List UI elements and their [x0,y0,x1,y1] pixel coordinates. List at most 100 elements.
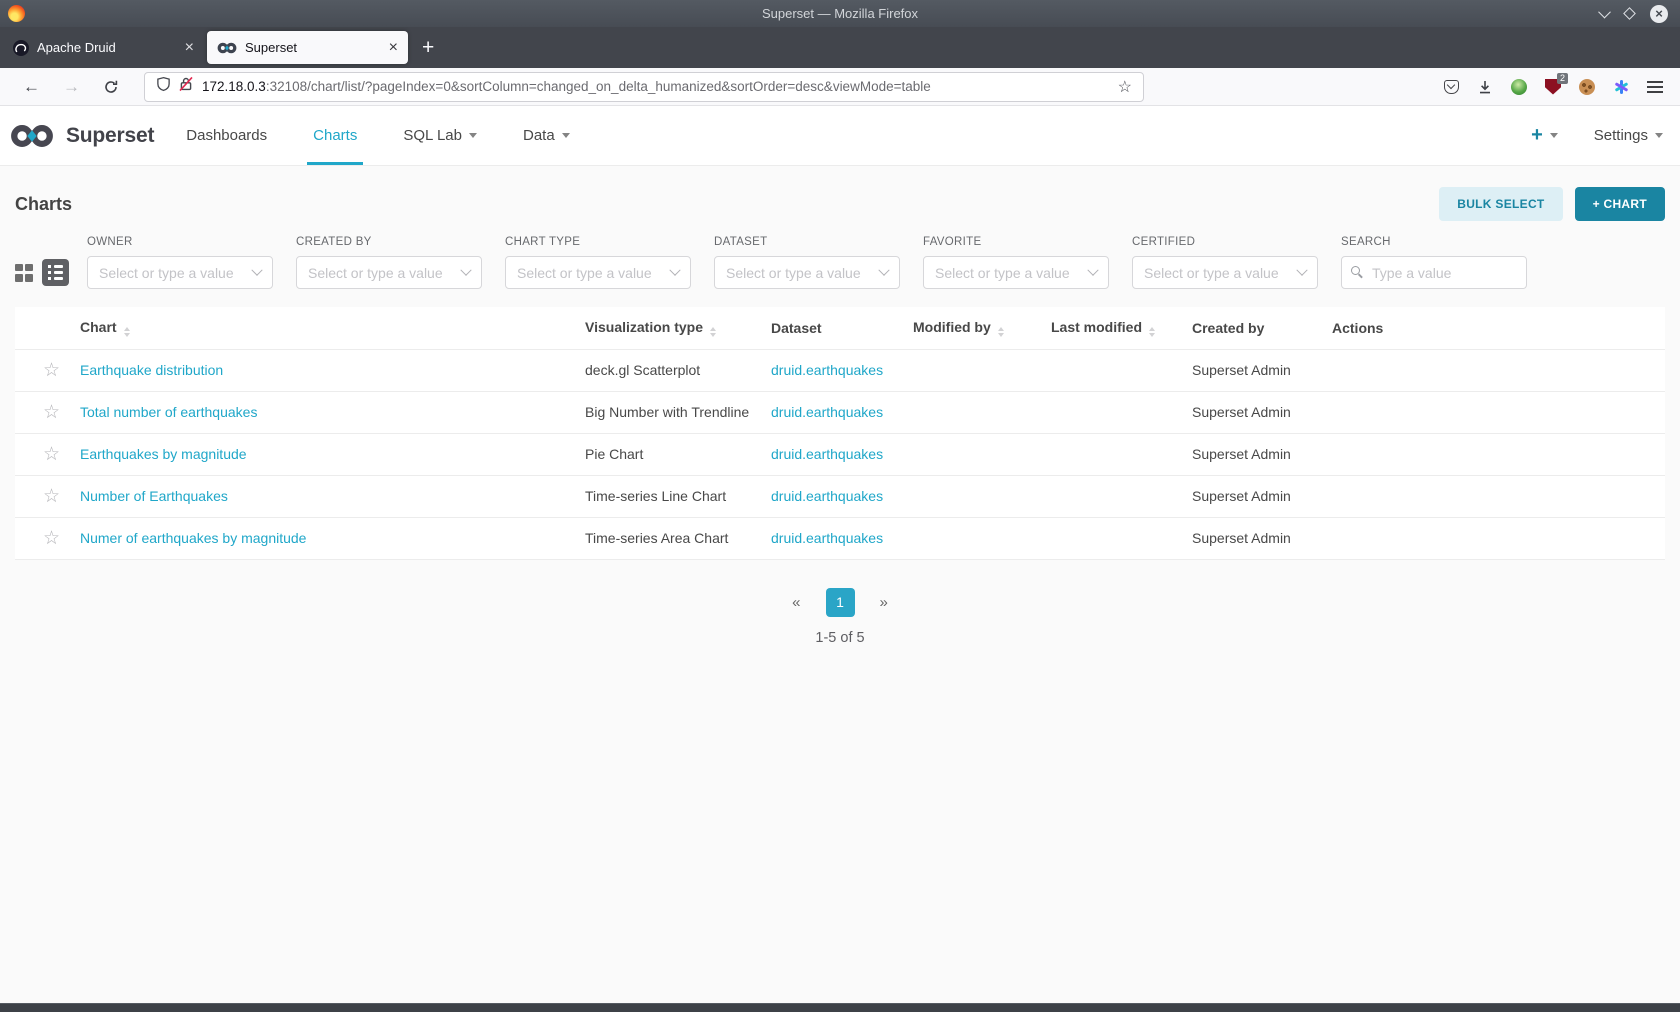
table-row: ☆ Numer of earthquakes by magnitude Time… [15,517,1665,559]
forward-button[interactable]: → [63,77,80,97]
chart-link[interactable]: Number of Earthquakes [80,488,228,504]
nav-item-dashboards[interactable]: Dashboards [180,106,273,165]
download-icon[interactable] [1477,79,1493,95]
menu-icon[interactable] [1647,81,1663,93]
bookmark-star-icon[interactable]: ☆ [1118,77,1132,97]
chart-link[interactable]: Numer of earthquakes by magnitude [80,530,306,546]
certified-filter-select[interactable]: Select or type a value [1132,256,1318,289]
window-minimize-icon[interactable] [1598,6,1611,19]
browser-tabbar: Apache Druid × Superset × + [0,27,1680,68]
search-icon [1351,266,1360,275]
chart-link[interactable]: Earthquake distribution [80,362,223,378]
settings-label: Settings [1594,127,1648,144]
viz-type-cell: Big Number with Trendline [585,391,771,433]
shield-icon[interactable] [156,76,171,97]
favorite-star-icon[interactable]: ☆ [43,528,60,549]
last-modified-cell [1051,433,1192,475]
favorite-star-icon[interactable]: ☆ [43,402,60,423]
window-close-icon[interactable]: × [1650,5,1668,23]
chart-link[interactable]: Total number of earthquakes [80,404,257,420]
previous-page-button[interactable]: « [792,594,800,611]
tab-close-icon[interactable]: × [389,39,398,57]
brand-name: Superset [66,124,154,148]
favorite-star-icon[interactable]: ☆ [43,486,60,507]
page-number-button[interactable]: 1 [826,588,855,617]
chart-type-filter-select[interactable]: Select or type a value [505,256,691,289]
list-view-icon[interactable] [42,259,69,286]
reload-button[interactable] [103,79,119,95]
adblock-shield-icon[interactable]: 2 [1545,79,1561,95]
owner-filter-select[interactable]: Select or type a value [87,256,273,289]
extension-green-icon[interactable] [1511,79,1527,95]
dataset-link[interactable]: druid.earthquakes [771,488,883,504]
actions-cell [1332,517,1665,559]
extension-asterisk-icon[interactable] [1613,79,1629,95]
superset-navbar: Superset Dashboards Charts SQL Lab Data … [0,106,1680,166]
new-tab-button[interactable]: + [422,36,434,60]
tab-superset[interactable]: Superset × [207,31,408,64]
dataset-link[interactable]: druid.earthquakes [771,530,883,546]
superset-icon [217,42,237,54]
filter-label-certified: CERTIFIED [1132,236,1318,248]
nav-item-data[interactable]: Data [517,106,576,165]
druid-icon [13,40,29,56]
charts-table: Chart Visualization type Dataset Modifie… [15,307,1665,560]
modified-by-cell [913,433,1051,475]
filter-label-search: SEARCH [1341,236,1527,248]
insecure-lock-icon[interactable] [179,76,193,97]
table-row: ☆ Total number of earthquakes Big Number… [15,391,1665,433]
search-input[interactable] [1341,256,1527,289]
created-by-filter-select[interactable]: Select or type a value [296,256,482,289]
table-row: ☆ Earthquakes by magnitude Pie Chart dru… [15,433,1665,475]
next-page-button[interactable]: » [880,594,888,611]
settings-menu[interactable]: Settings [1594,127,1663,144]
created-by-cell: Superset Admin [1192,517,1332,559]
back-button[interactable]: ← [23,77,40,97]
favorite-star-icon[interactable]: ☆ [43,360,60,381]
column-header-chart[interactable]: Chart [80,307,585,349]
dataset-link[interactable]: druid.earthquakes [771,404,883,420]
nav-item-sql-lab[interactable]: SQL Lab [397,106,483,165]
bulk-select-button[interactable]: BULK SELECT [1439,187,1562,221]
filter-label-chart-type: CHART TYPE [505,236,691,248]
favorite-filter-select[interactable]: Select or type a value [923,256,1109,289]
chevron-down-icon [251,264,262,275]
chevron-down-icon [878,264,889,275]
superset-infinity-icon [9,123,55,149]
select-placeholder: Select or type a value [726,265,880,281]
select-placeholder: Select or type a value [517,265,671,281]
sort-icon [710,327,716,337]
url-path: :32108/chart/list/?pageIndex=0&sortColum… [266,79,931,94]
page-title: Charts [15,194,72,215]
viz-type-cell: Time-series Line Chart [585,475,771,517]
last-modified-cell [1051,391,1192,433]
dataset-link[interactable]: druid.earthquakes [771,446,883,462]
card-view-icon[interactable] [15,264,33,282]
column-header-visualization-type[interactable]: Visualization type [585,307,771,349]
pagination: « 1 » [0,588,1680,617]
favorite-star-icon[interactable]: ☆ [43,444,60,465]
url-host: 172.18.0.3 [202,79,266,94]
window-maximize-icon[interactable] [1623,7,1636,20]
url-bar[interactable]: 172.18.0.3:32108/chart/list/?pageIndex=0… [144,72,1144,102]
favorite-column-header [15,307,80,349]
dataset-filter-select[interactable]: Select or type a value [714,256,900,289]
url-text[interactable]: 172.18.0.3:32108/chart/list/?pageIndex=0… [202,79,931,94]
cookie-extension-icon[interactable] [1579,79,1595,95]
column-header-modified-by[interactable]: Modified by [913,307,1051,349]
pocket-icon[interactable] [1444,80,1459,94]
column-label: Modified by [913,319,991,335]
superset-logo[interactable]: Superset [9,123,154,149]
nav-item-charts[interactable]: Charts [307,106,363,165]
chevron-down-icon [460,264,471,275]
chart-link[interactable]: Earthquakes by magnitude [80,446,247,462]
tab-apache-druid[interactable]: Apache Druid × [3,31,204,64]
select-placeholder: Select or type a value [935,265,1089,281]
table-row: ☆ Number of Earthquakes Time-series Line… [15,475,1665,517]
tab-close-icon[interactable]: × [185,39,194,57]
column-header-last-modified[interactable]: Last modified [1051,307,1192,349]
modified-by-cell [913,475,1051,517]
add-chart-button[interactable]: + CHART [1575,187,1665,221]
add-new-menu[interactable]: + [1531,124,1558,147]
dataset-link[interactable]: druid.earthquakes [771,362,883,378]
